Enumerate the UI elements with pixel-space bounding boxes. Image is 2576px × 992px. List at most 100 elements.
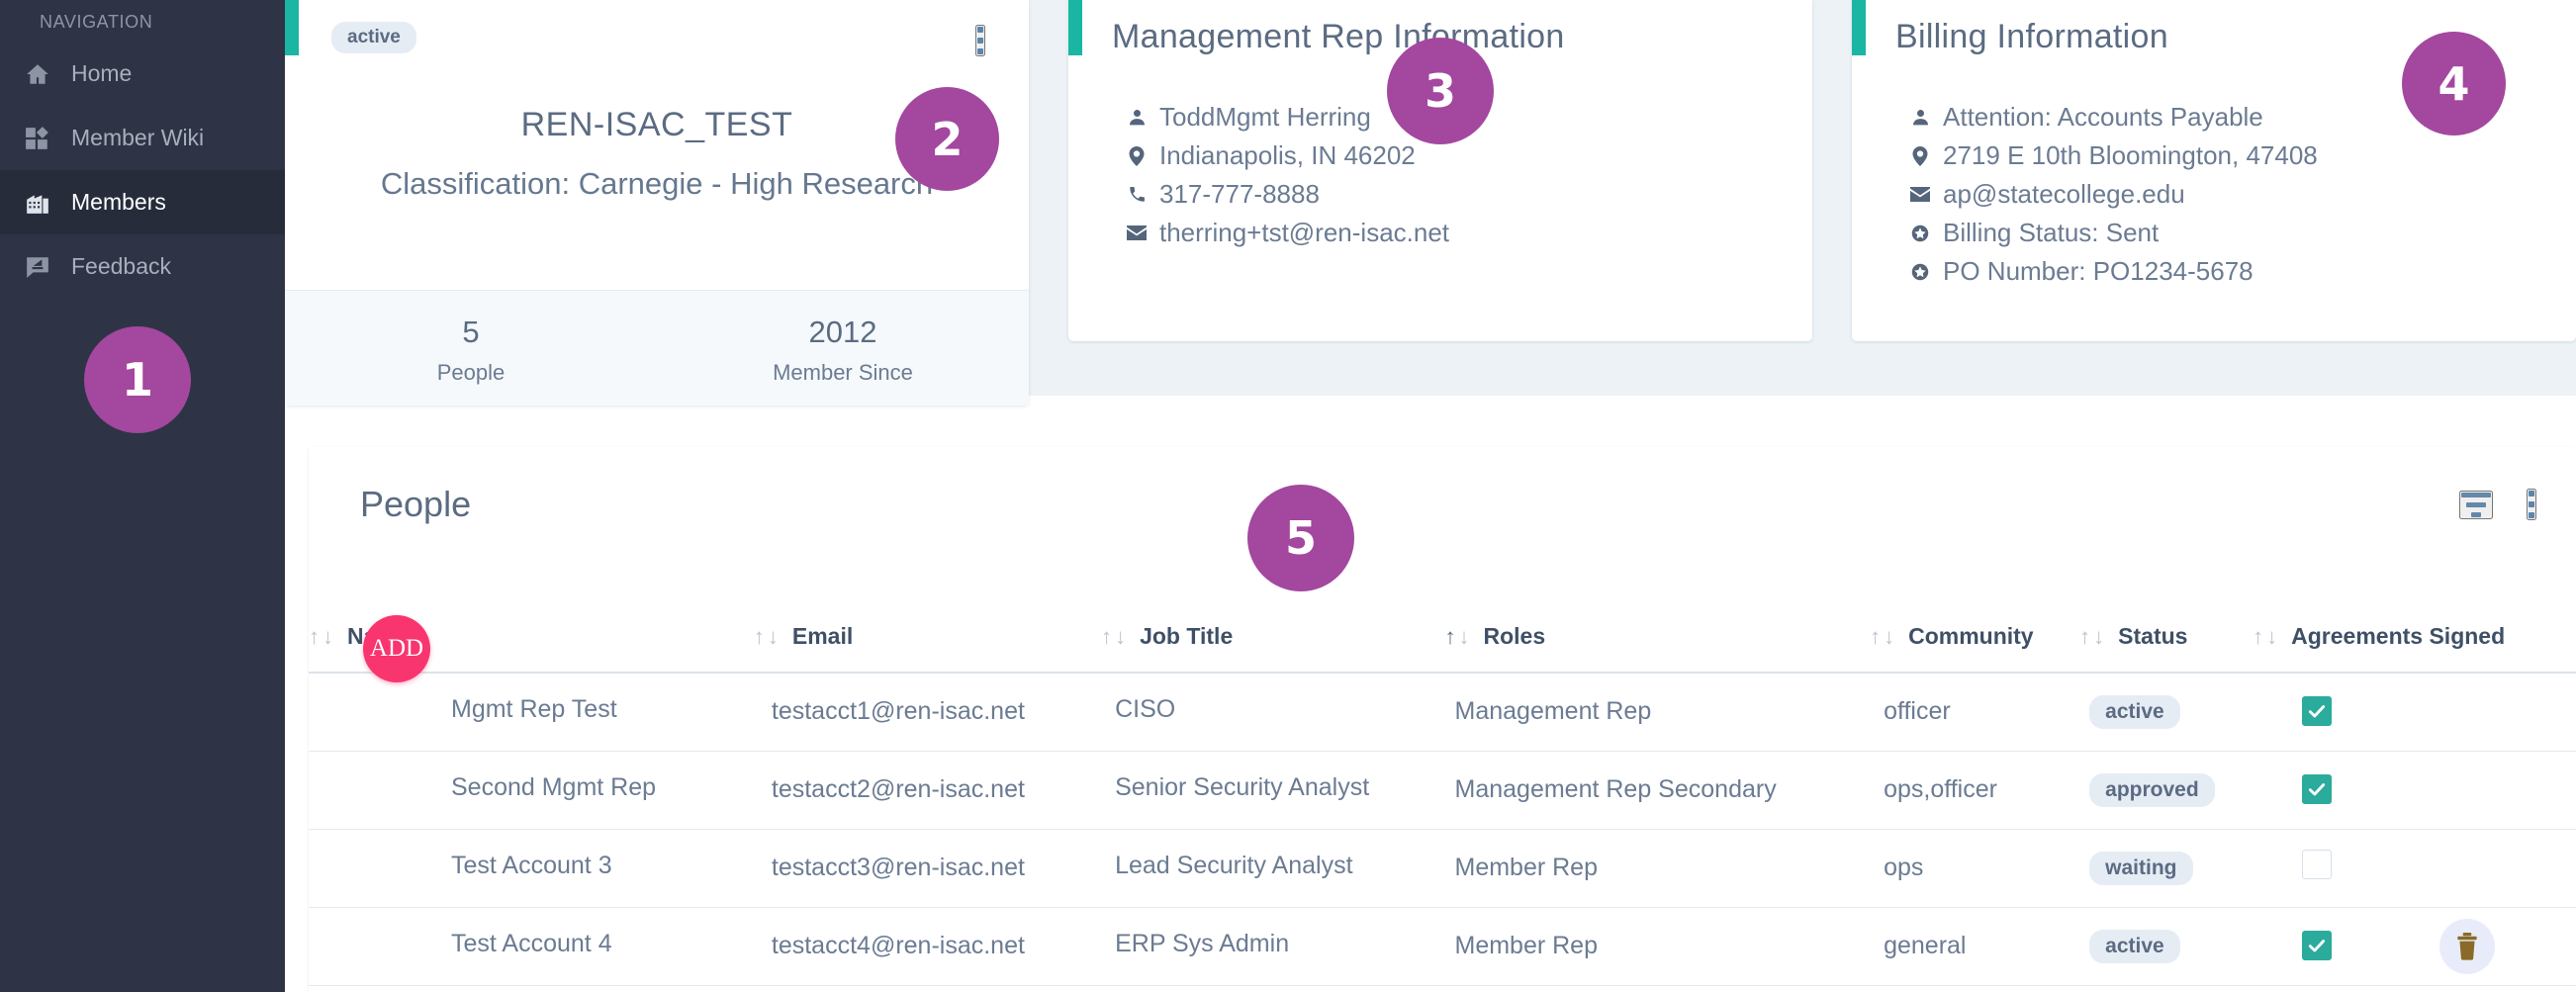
info-text: PO Number: PO1234-5678 (1943, 256, 2254, 287)
sort-arrows-icon[interactable]: ↑↓ (2079, 626, 2104, 648)
info-row-location: Indianapolis, IN 46202 (1126, 136, 1812, 175)
sidebar-item-member-wiki[interactable]: Member Wiki (0, 106, 285, 170)
sidebar-item-label: Home (71, 60, 132, 87)
cell-agreement-signed[interactable] (2253, 907, 2430, 985)
member-stats: 5 People 2012 Member Since (285, 290, 1029, 406)
sidebar-item-home[interactable]: Home (0, 42, 285, 106)
cell-agreement-signed[interactable] (2253, 751, 2430, 829)
info-row-email: therring+tst@ren-isac.net (1126, 214, 1812, 252)
cell-community: ops,officer (1870, 751, 2079, 829)
trash-icon (2454, 933, 2480, 960)
stat-people: 5 People (285, 291, 657, 406)
sort-arrows-icon[interactable]: ↑↓ (309, 626, 333, 648)
cell-email: testacct3@ren-isac.net (754, 829, 1101, 907)
cell-name: Mgmt Rep Test (309, 673, 754, 751)
cell-name: Second Mgmt Rep (309, 751, 754, 829)
table-row[interactable]: Second Mgmt Rep testacct2@ren-isac.net S… (309, 751, 2576, 829)
cell-roles: Management Rep (1445, 673, 1871, 751)
kebab-dot (2529, 491, 2534, 496)
stat-value: 2012 (657, 315, 1029, 350)
cell-actions (2430, 751, 2576, 829)
cell-status: waiting (2079, 829, 2253, 907)
home-icon (24, 60, 51, 88)
sort-arrows-icon[interactable]: ↑↓ (1445, 626, 1470, 648)
card-accent-bar (1068, 0, 1082, 55)
stat-label: People (285, 360, 657, 386)
checkbox-checked-icon[interactable] (2302, 696, 2332, 726)
column-header-job-title[interactable]: ↑↓ Job Title (1101, 605, 1444, 673)
cell-agreement-signed[interactable] (2253, 829, 2430, 907)
sidebar: NAVIGATION Home Member Wiki (0, 0, 285, 992)
card-accent-bar (1852, 0, 1866, 55)
cell-roles: Member Rep (1445, 907, 1871, 985)
sidebar-item-label: Member Wiki (71, 125, 204, 151)
cell-actions (2430, 829, 2576, 907)
kebab-dot (977, 38, 983, 44)
sort-arrows-icon[interactable]: ↑↓ (2253, 626, 2277, 648)
sort-arrows-icon[interactable]: ↑↓ (754, 626, 779, 648)
sort-arrows-icon[interactable]: ↑↓ (1870, 626, 1894, 648)
annotation-bubble-4: 4 (2402, 32, 2506, 135)
comment-icon (24, 253, 51, 281)
checkbox-checked-icon[interactable] (2302, 931, 2332, 960)
info-text: Attention: Accounts Payable (1943, 102, 2263, 133)
table-row[interactable]: Test Account 4 testacct4@ren-isac.net ER… (309, 907, 2576, 985)
people-panel-header: People (309, 447, 2576, 564)
checkbox-checked-icon[interactable] (2302, 774, 2332, 804)
table-row[interactable]: Mgmt Rep Test testacct1@ren-isac.net CIS… (309, 673, 2576, 751)
summary-cards-band: active REN-ISAC_TEST Classification: Car… (285, 0, 2576, 396)
grid-icon (24, 125, 51, 152)
column-header-status[interactable]: ↑↓ Status (2079, 605, 2253, 673)
sidebar-item-members[interactable]: Members (0, 170, 285, 234)
phone-icon (1126, 185, 1148, 204)
column-label: Status (2118, 623, 2187, 650)
info-text-email-link[interactable]: therring+tst@ren-isac.net (1159, 218, 1449, 248)
cell-status: active (2079, 673, 2253, 751)
column-header-community[interactable]: ↑↓ Community (1870, 605, 2079, 673)
member-card-menu-button[interactable] (975, 25, 985, 56)
column-label: Job Title (1140, 623, 1233, 650)
info-text: ToddMgmt Herring (1159, 102, 1371, 133)
cell-agreement-signed[interactable] (2253, 673, 2430, 751)
pin-icon (1126, 146, 1148, 166)
info-text-email-link[interactable]: 317-777-8888 (1159, 179, 1320, 210)
annotation-bubble-2: 2 (895, 87, 999, 191)
column-label: Email (792, 623, 853, 650)
info-text-email-link[interactable]: ap@statecollege.edu (1943, 179, 2185, 210)
mail-icon (1126, 225, 1148, 240)
info-row-po-number: PO Number: PO1234-5678 (1909, 252, 2576, 291)
mail-icon (1909, 187, 1931, 202)
person-icon (1126, 108, 1148, 127)
column-header-agreements-signed[interactable]: ↑↓ Agreements Signed (2253, 605, 2576, 673)
column-header-roles[interactable]: ↑↓ Roles (1445, 605, 1871, 673)
billing-information-card: Billing Information Attention: Accounts … (1852, 0, 2576, 341)
members-page: NAVIGATION Home Member Wiki (0, 0, 2576, 992)
cell-community: ops (1870, 829, 2079, 907)
sidebar-item-feedback[interactable]: Feedback (0, 234, 285, 299)
status-badge: approved (2089, 773, 2215, 807)
people-menu-button[interactable] (2527, 489, 2536, 520)
column-label: Roles (1484, 623, 1546, 650)
info-row-billing-status: Billing Status: Sent (1909, 214, 2576, 252)
building-icon (24, 189, 51, 217)
kebab-dot (2529, 501, 2534, 507)
sort-arrows-icon[interactable]: ↑↓ (1101, 626, 1126, 648)
filter-icon[interactable] (2459, 491, 2493, 519)
people-table-head: ↑↓ Name ↑↓ Email ↑↓ Job Title (309, 605, 2576, 673)
cell-status: active (2079, 907, 2253, 985)
info-text: Billing Status: Sent (1943, 218, 2159, 248)
cell-email: testacct1@ren-isac.net (754, 673, 1101, 751)
add-person-button[interactable]: ADD (363, 615, 430, 682)
filter-bar (2466, 502, 2486, 507)
status-badge: active (2089, 930, 2180, 963)
status-badge: waiting (2089, 852, 2192, 885)
table-row[interactable]: Test Account 3 testacct3@ren-isac.net Le… (309, 829, 2576, 907)
column-label: Community (1908, 623, 2034, 650)
checkbox-unchecked-icon[interactable] (2302, 850, 2332, 879)
cell-actions (2430, 673, 2576, 751)
management-rep-card: Management Rep Information ToddMgmt Herr… (1068, 0, 1812, 341)
delete-row-button[interactable] (2439, 919, 2495, 974)
column-header-email[interactable]: ↑↓ Email (754, 605, 1101, 673)
cell-email: testacct2@ren-isac.net (754, 751, 1101, 829)
info-row-phone: 317-777-8888 (1126, 175, 1812, 214)
